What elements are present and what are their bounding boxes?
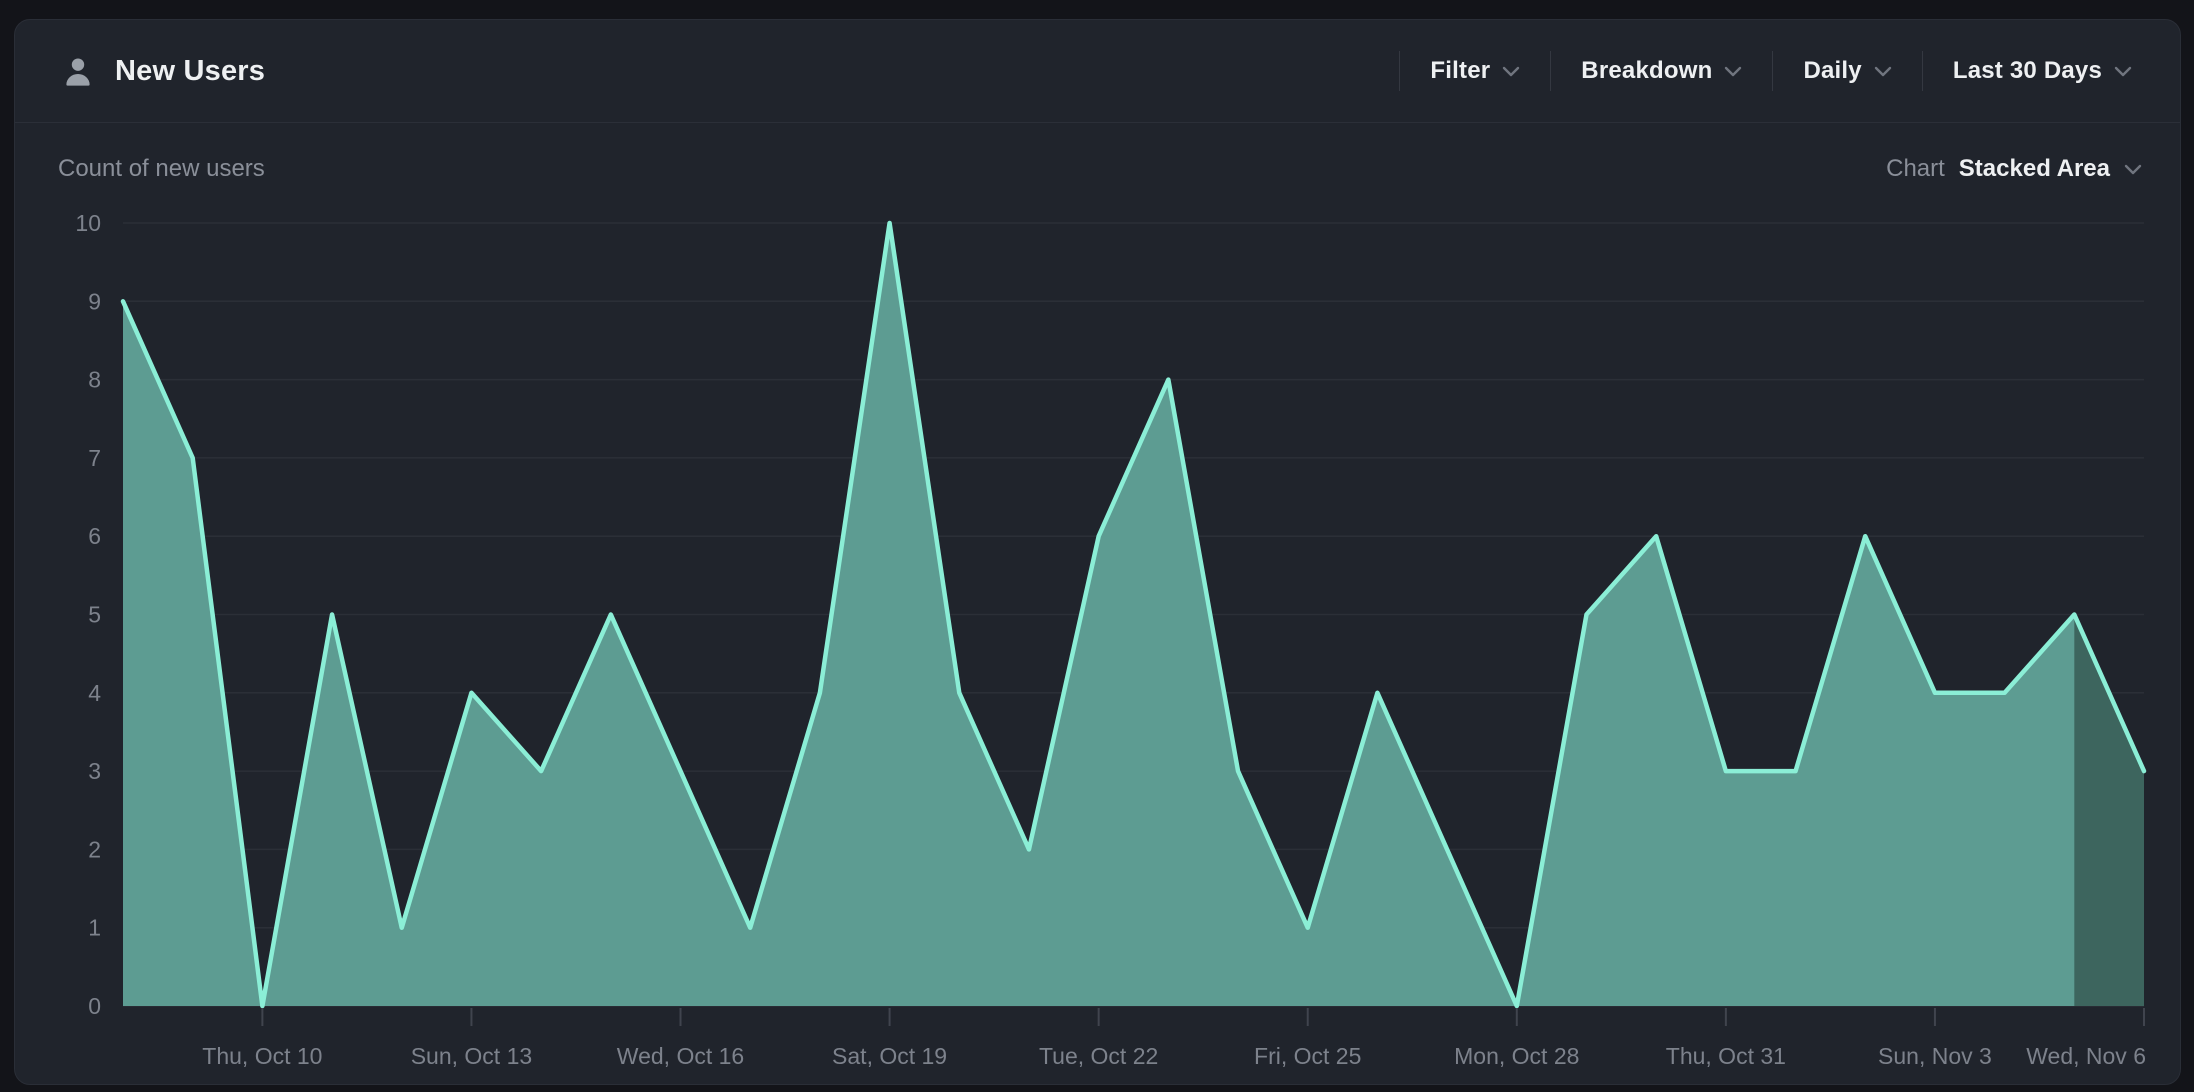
x-axis-label: Sun, Nov 3 bbox=[1878, 1043, 1992, 1069]
x-axis-label: Wed, Oct 16 bbox=[617, 1043, 744, 1069]
area-fill-incomplete bbox=[2074, 615, 2144, 1007]
analytics-card: New Users Filter Breakdown Daily Last 30… bbox=[14, 19, 2181, 1085]
x-axis-label: Fri, Oct 25 bbox=[1254, 1043, 1361, 1069]
y-axis-label: 1 bbox=[88, 915, 101, 941]
area-chart[interactable]: 0 1 2 3 4 5 6 7 8 9 10 Thu, Oct 10 Sun, Oct 13 Wed, O… bbox=[15, 20, 2182, 1086]
x-axis-label: Sun, Oct 13 bbox=[411, 1043, 532, 1069]
y-axis-label: 2 bbox=[88, 836, 101, 862]
y-axis-label: 3 bbox=[88, 758, 101, 784]
y-axis-label: 9 bbox=[88, 288, 101, 314]
x-axis-label: Sat, Oct 19 bbox=[832, 1043, 947, 1069]
x-axis-label: Thu, Oct 31 bbox=[1666, 1043, 1786, 1069]
y-axis-label: 4 bbox=[88, 680, 101, 706]
y-axis-label: 6 bbox=[88, 523, 101, 549]
x-axis-label: Tue, Oct 22 bbox=[1039, 1043, 1158, 1069]
y-axis-label: 8 bbox=[88, 367, 101, 393]
x-axis-label: Wed, Nov 6 bbox=[2026, 1043, 2146, 1069]
x-axis-label: Thu, Oct 10 bbox=[202, 1043, 322, 1069]
y-axis-label: 0 bbox=[88, 993, 101, 1019]
y-axis-label: 10 bbox=[75, 210, 101, 236]
x-axis-label: Mon, Oct 28 bbox=[1454, 1043, 1579, 1069]
y-axis-label: 5 bbox=[88, 602, 101, 628]
y-axis-label: 7 bbox=[88, 445, 101, 471]
